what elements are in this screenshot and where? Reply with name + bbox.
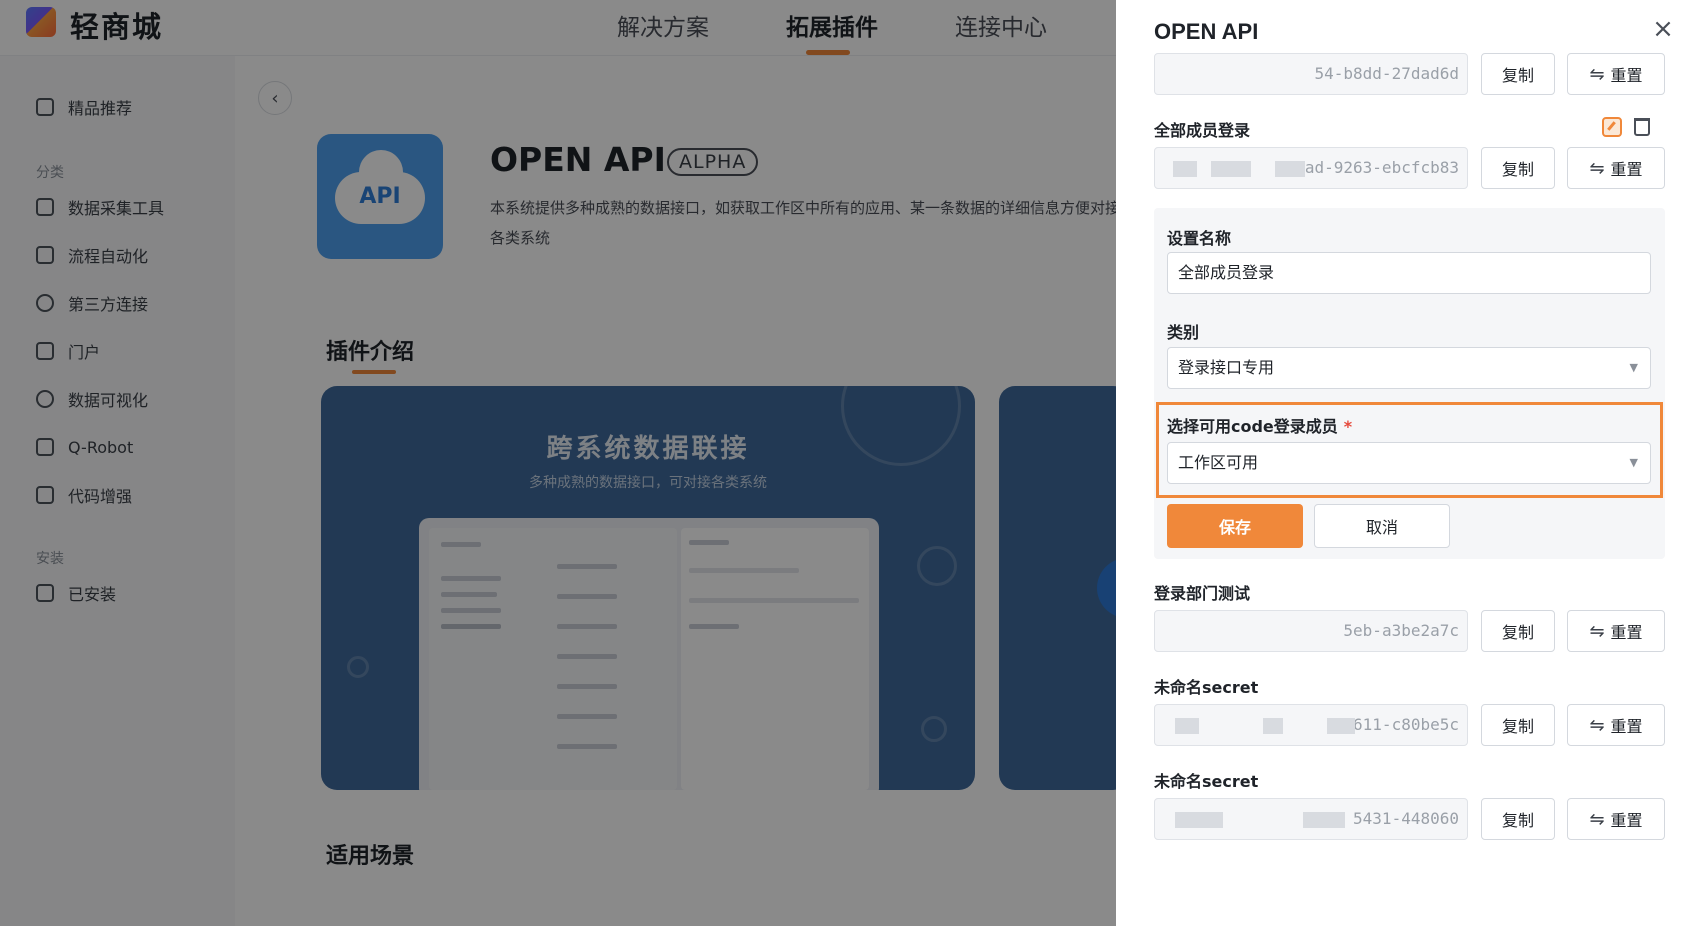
reset-button[interactable]: ⇋ 重置	[1567, 147, 1665, 189]
swap-icon: ⇋	[1589, 808, 1605, 830]
caret-down-icon: ▼	[1629, 361, 1638, 374]
member-select[interactable]: 工作区可用 ▼	[1167, 442, 1651, 484]
trash-icon[interactable]	[1634, 118, 1650, 136]
member-field-label: 选择可用code登录成员 *	[1167, 417, 1353, 436]
key-name-label: 登录部门测试	[1154, 584, 1251, 603]
copy-button[interactable]: 复制	[1481, 53, 1555, 95]
key-name-label: 未命名secret	[1154, 678, 1259, 697]
name-field-label: 设置名称	[1167, 229, 1232, 248]
key-name-label: 未命名secret	[1154, 772, 1259, 791]
close-icon[interactable]: ×	[1650, 16, 1676, 42]
copy-button[interactable]: 复制	[1481, 147, 1555, 189]
edit-icon[interactable]	[1602, 117, 1622, 137]
drawer-title: OPEN API	[1154, 19, 1259, 44]
key-value-field[interactable]: 5eb-a3be2a7c	[1154, 610, 1468, 652]
key-value-field[interactable]: 611-c80be5c	[1154, 704, 1468, 746]
name-input[interactable]: 全部成员登录	[1167, 252, 1651, 294]
reset-button[interactable]: ⇋ 重置	[1567, 798, 1665, 840]
reset-button[interactable]: ⇋ 重置	[1567, 610, 1665, 652]
caret-down-icon: ▼	[1629, 456, 1638, 469]
type-field-label: 类别	[1167, 323, 1200, 342]
swap-icon: ⇋	[1589, 620, 1605, 642]
swap-icon: ⇋	[1589, 714, 1605, 736]
reset-button[interactable]: ⇋ 重置	[1567, 704, 1665, 746]
key-name-label: 全部成员登录	[1154, 121, 1251, 140]
key-value-field[interactable]: 54-b8dd-27dad6d	[1154, 53, 1468, 95]
required-mark: *	[1343, 417, 1353, 436]
copy-button[interactable]: 复制	[1481, 704, 1555, 746]
key-value-field[interactable]: 5431-448060	[1154, 798, 1468, 840]
copy-button[interactable]: 复制	[1481, 610, 1555, 652]
save-button[interactable]: 保存	[1167, 504, 1303, 548]
type-select[interactable]: 登录接口专用 ▼	[1167, 347, 1651, 389]
key-value-field[interactable]: 5ad-9263-ebcfcb83	[1154, 147, 1468, 189]
reset-button[interactable]: ⇋ 重置	[1567, 53, 1665, 95]
key-edit-panel: 设置名称 全部成员登录 类别 登录接口专用 ▼ 选择可用code登录成员 * 工作…	[1154, 208, 1665, 559]
open-api-drawer: OPEN API × 54-b8dd-27dad6d 复制 ⇋ 重置 全部成员登录…	[1116, 0, 1706, 926]
swap-icon: ⇋	[1589, 63, 1605, 85]
swap-icon: ⇋	[1589, 157, 1605, 179]
copy-button[interactable]: 复制	[1481, 798, 1555, 840]
cancel-button[interactable]: 取消	[1314, 504, 1450, 548]
